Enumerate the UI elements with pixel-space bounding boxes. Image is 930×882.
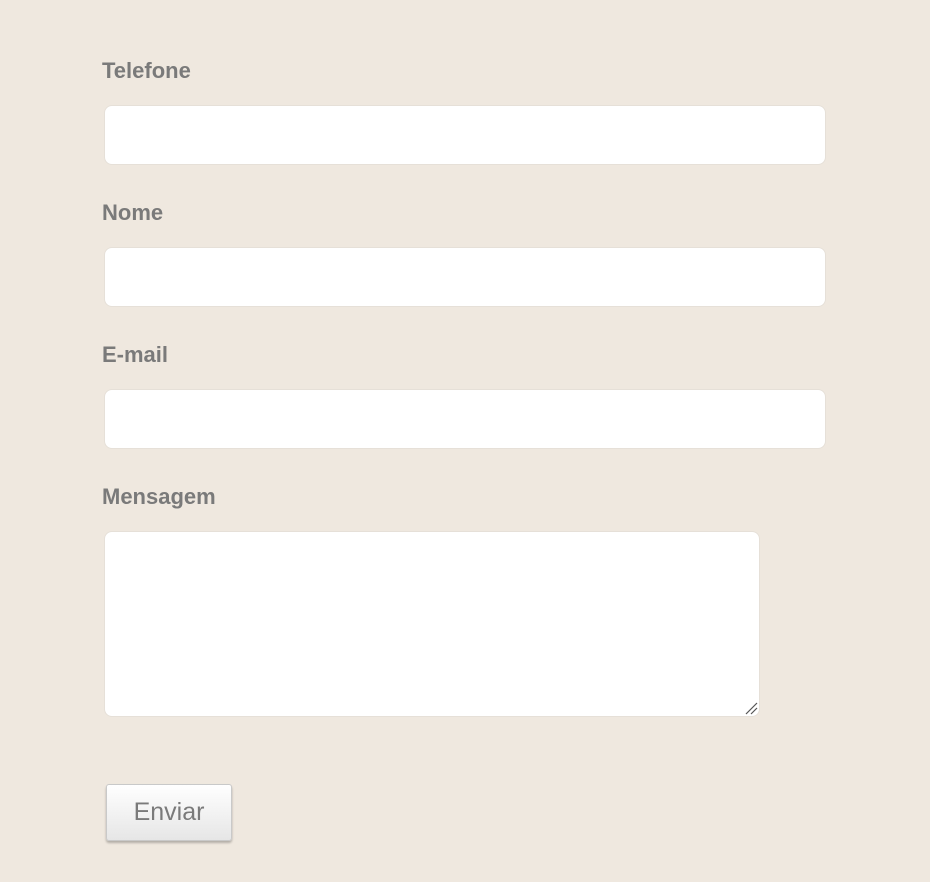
name-label: Nome: [102, 200, 164, 225]
phone-input[interactable]: [104, 105, 826, 165]
email-input[interactable]: [104, 389, 826, 449]
message-label: Mensagem: [102, 484, 216, 509]
name-input[interactable]: [104, 247, 826, 307]
submit-button[interactable]: Enviar: [106, 784, 232, 841]
message-textarea[interactable]: [104, 531, 760, 717]
email-label: E-mail: [102, 342, 169, 367]
phone-label: Telefone: [102, 58, 191, 83]
resize-handle-icon[interactable]: [744, 701, 758, 715]
